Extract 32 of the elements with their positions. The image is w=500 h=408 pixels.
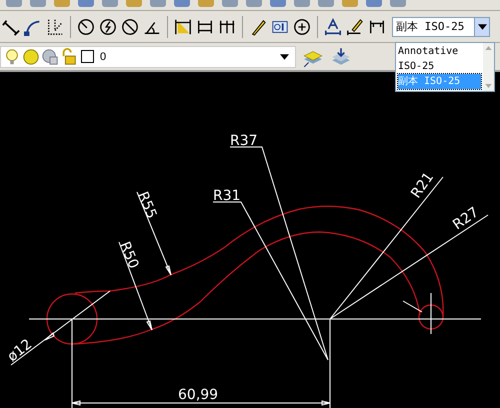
- sun-icon: [22, 48, 40, 66]
- dropdown-option[interactable]: Annotative: [398, 44, 481, 59]
- pencil-bar-icon[interactable]: [346, 18, 364, 36]
- h-bars-icon[interactable]: [368, 18, 386, 36]
- dotted-corner-icon[interactable]: [46, 18, 64, 36]
- dimension-label: R27: [450, 204, 482, 234]
- dimension-label: R31: [213, 188, 241, 204]
- dimension-style-dropdown[interactable]: 副本 ISO-25: [392, 16, 490, 36]
- layers-arrow-icon[interactable]: [330, 46, 352, 68]
- dimension-label: R50: [116, 240, 142, 272]
- h-bar-icon[interactable]: [196, 18, 214, 36]
- caret-icon: [280, 54, 289, 60]
- circle-diagonal-icon[interactable]: [121, 18, 139, 36]
- dimension-label: 60,99: [178, 387, 218, 403]
- dropdown-option[interactable]: ISO-25: [398, 59, 481, 74]
- dimension-label: R37: [230, 133, 258, 149]
- dimension-label: ø12: [4, 336, 36, 366]
- lightbulb-icon: [3, 48, 21, 66]
- dimension-label: R55: [134, 190, 160, 222]
- bars-icon[interactable]: [218, 18, 236, 36]
- triangle-bars-icon[interactable]: [174, 18, 192, 36]
- diagonal-dimension-icon[interactable]: [2, 18, 20, 36]
- up-arrow-icon[interactable]: [485, 46, 492, 50]
- pencil-icon[interactable]: [249, 18, 267, 36]
- caret-icon: [478, 24, 486, 30]
- layer-dropdown[interactable]: 0: [0, 46, 296, 68]
- color-swatch-icon: [81, 50, 94, 63]
- layer-name: 0: [100, 50, 108, 62]
- letter-bar-icon[interactable]: [324, 18, 342, 36]
- padlock-icon: [60, 48, 78, 66]
- scrollbar[interactable]: [483, 43, 494, 91]
- circle-plus-icon[interactable]: [293, 18, 311, 36]
